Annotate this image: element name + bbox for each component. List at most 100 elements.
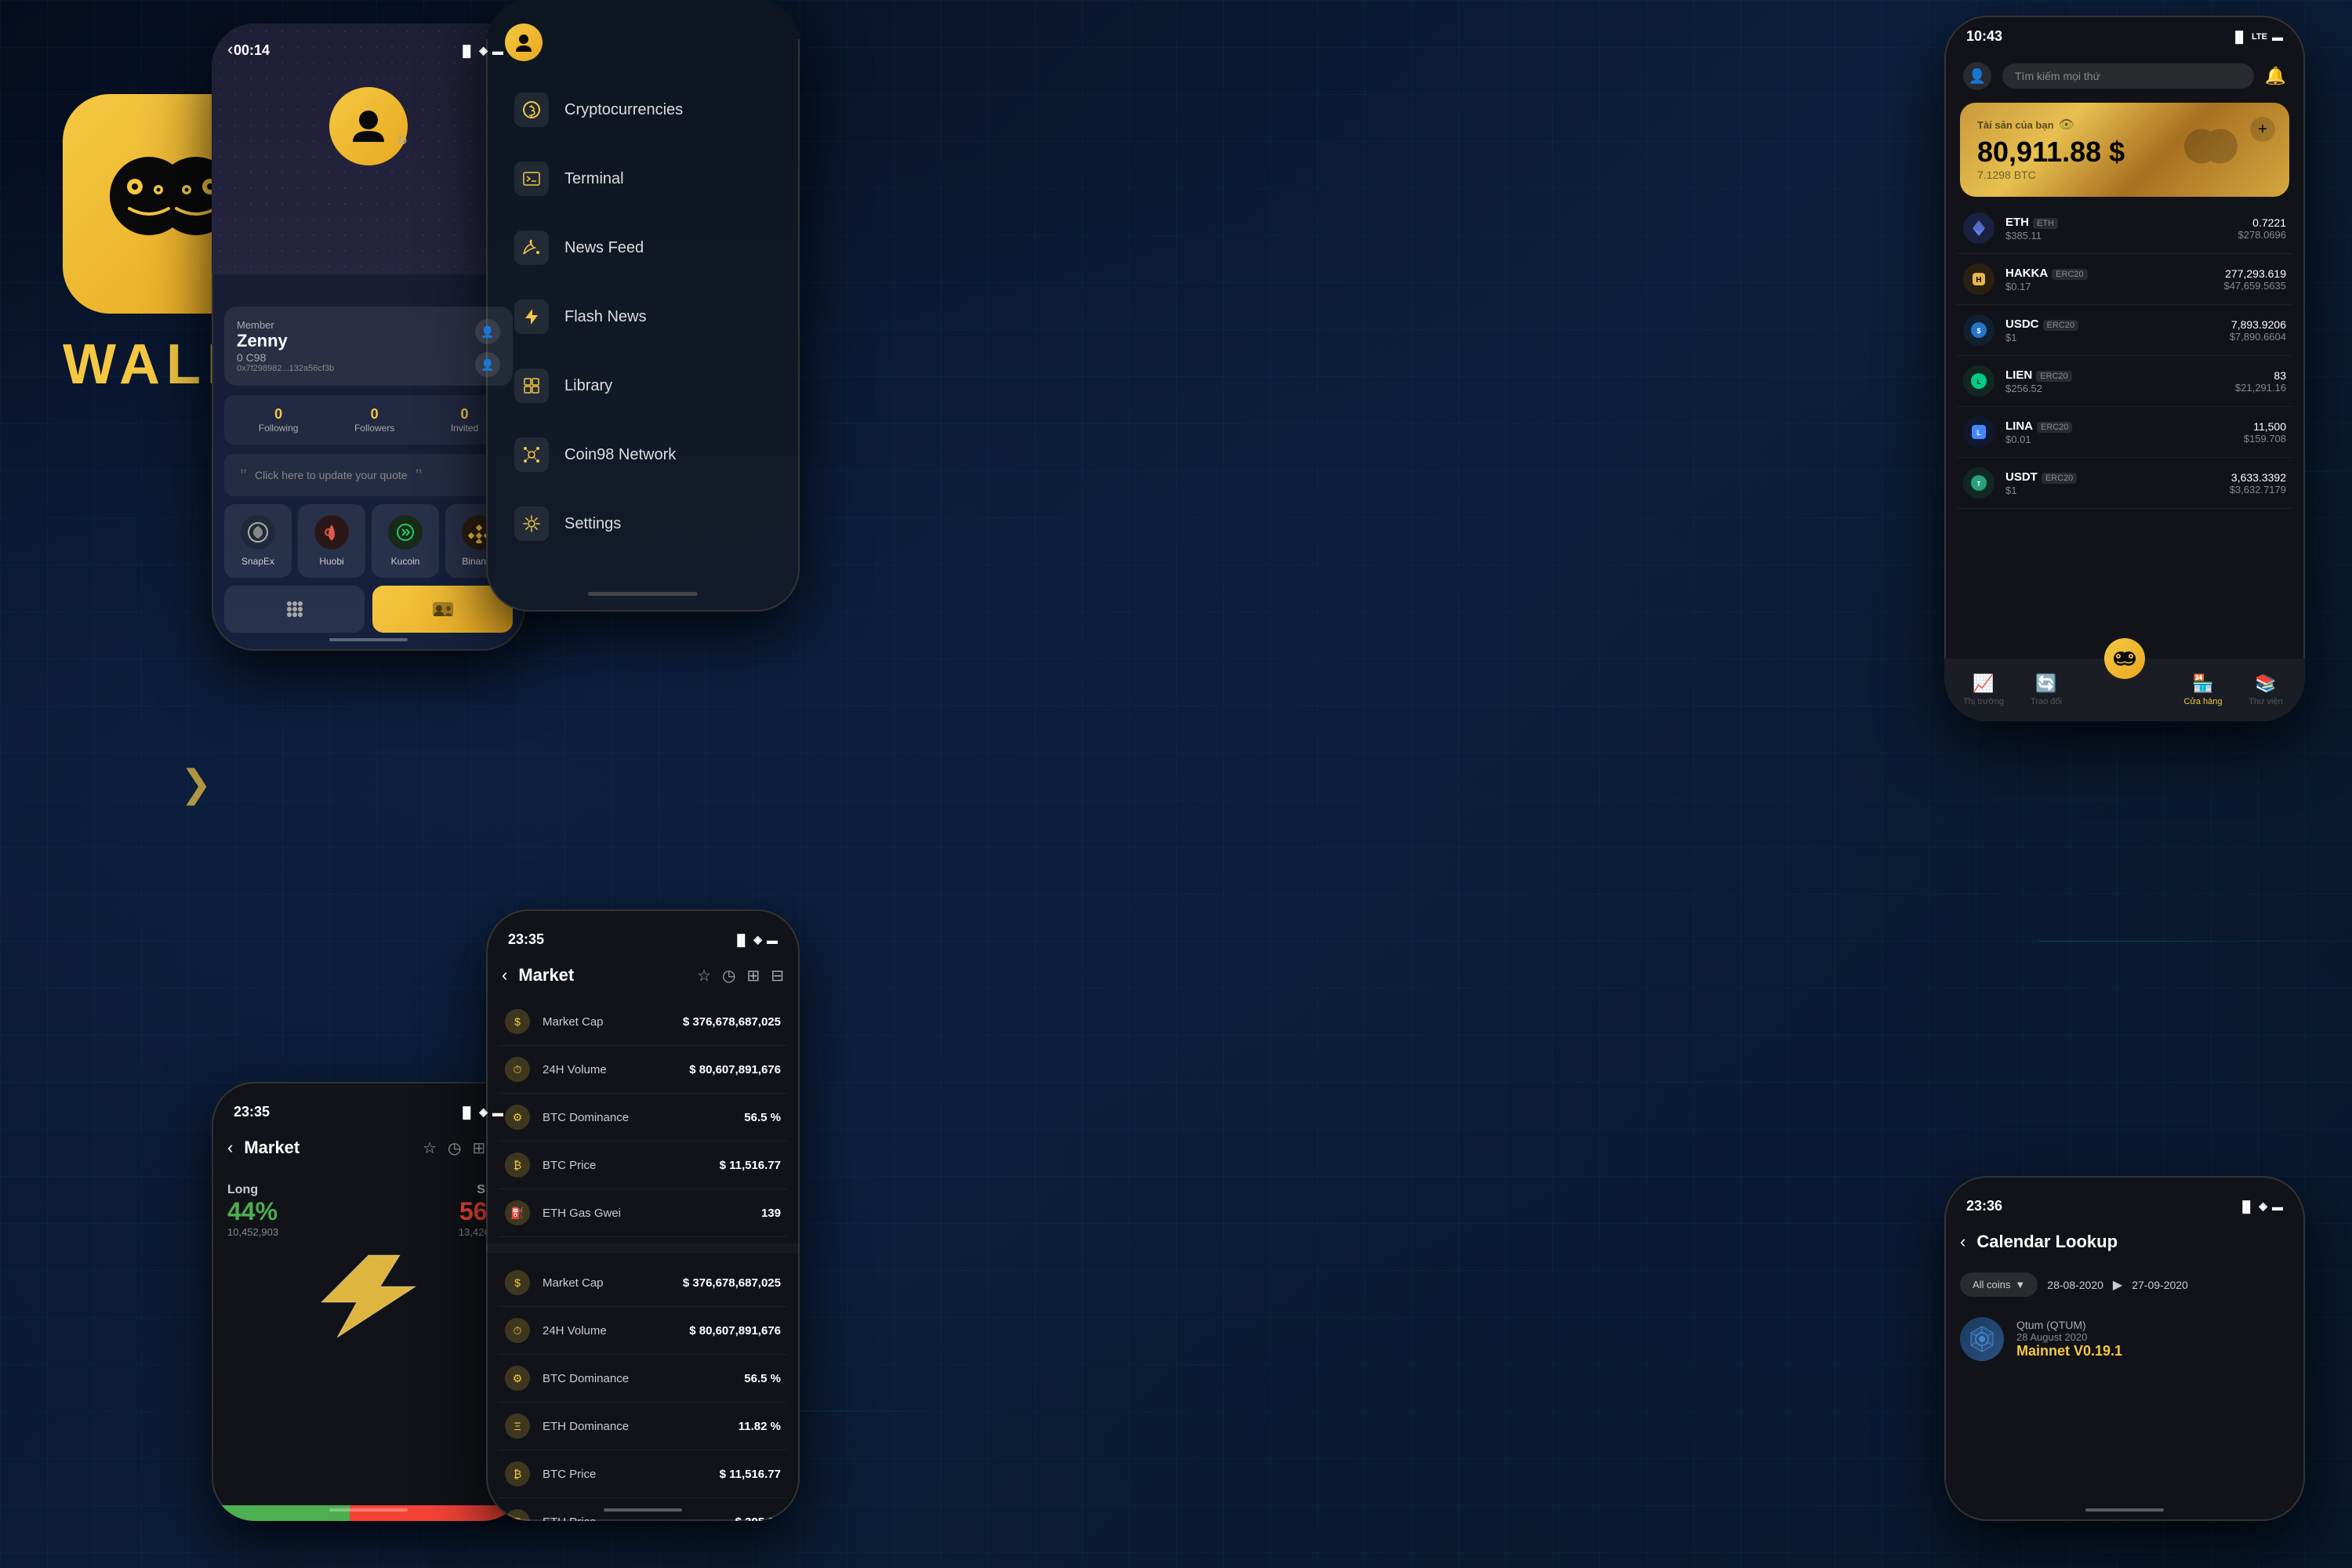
token-row-lien[interactable]: L LIENERC20 $256.52 83 $21,291.16 (1957, 356, 2292, 407)
token-row-usdc[interactable]: $ USDCERC20 $1 7,893.9206 $7,890.6604 (1957, 305, 2292, 356)
signal-6: ▐▌ (2238, 1200, 2254, 1213)
nav-thu-vien[interactable]: 📚 Thư viện (2234, 673, 2297, 706)
token-row-eth[interactable]: ETHETH $385.11 0.7221 $278.0696 (1957, 203, 2292, 254)
coin98-fab[interactable] (2104, 638, 2145, 679)
coin-filter[interactable]: All coins ▼ (1960, 1272, 2038, 1297)
status-bar-4: 23:35 ▐▌ ◈ ▬ (212, 1094, 525, 1125)
home-indicator-2 (588, 592, 698, 596)
back-button-4[interactable]: ‹ (227, 1138, 233, 1158)
menu-item-settings[interactable]: Settings (502, 491, 784, 557)
coin-filter-label: All coins (1973, 1279, 2010, 1290)
eth-price: $385.11 (2005, 230, 2238, 241)
signal-4: ▐▌ (459, 1106, 474, 1119)
lien-icon: L (1963, 365, 1994, 397)
back-button[interactable]: ‹ (227, 39, 233, 60)
btc-dom-label: BTC Dominance (543, 1111, 731, 1124)
profile-avatar (329, 87, 408, 165)
eye-icon[interactable]: 👁 (2059, 117, 2074, 132)
vol2-label: 24H Volume (543, 1324, 677, 1338)
volume-icon: ⏱ (505, 1057, 530, 1082)
refresh-icon[interactable]: ↻ (397, 133, 408, 149)
snapex-icon (241, 515, 275, 550)
menu-item-cryptocurrencies[interactable]: Cryptocurrencies (502, 77, 784, 143)
market-row-b5: ₿ BTC Price $ 11,516.77 (499, 1450, 787, 1498)
svg-text:$: $ (1976, 327, 1980, 335)
status-icons-3: ▐▌ LTE ▬ (2231, 31, 2283, 43)
token-row-usdt[interactable]: T USDTERC20 $1 3,633.3392 $3,632.7179 (1957, 458, 2292, 509)
wallet-search-input[interactable]: Tìm kiếm mọi thứ (2002, 64, 2254, 89)
nav-trao-doi[interactable]: 🔄 Trao đổi (2015, 673, 2078, 706)
token-row-hakka[interactable]: H HAKKAERC20 $0.17 277,293.619 $47,659.5… (1957, 254, 2292, 305)
back-button-5[interactable]: ‹ (502, 965, 507, 985)
settings-label: Settings (564, 515, 621, 533)
ethdom-label: ETH Dominance (543, 1420, 726, 1433)
menu-list: Cryptocurrencies Terminal News Feed (486, 61, 800, 575)
market-nav-label: Thị trường (1952, 697, 2015, 706)
add-wallet-button[interactable]: + (2250, 117, 2275, 142)
news-feed-icon (514, 230, 549, 265)
time-6: 23:36 (1966, 1198, 2002, 1214)
wallet-header: 👤 Tìm kiếm mọi thứ 🔔 (1944, 49, 2305, 96)
market-row-b1: $ Market Cap $ 376,678,687,025 (499, 1259, 787, 1307)
star-icon-5[interactable]: ☆ (697, 966, 711, 985)
tab-contacts[interactable] (372, 586, 513, 633)
menu-item-terminal[interactable]: Terminal (502, 146, 784, 212)
profile-action-icons: 👤 👤 (475, 319, 500, 377)
kucoin-label: Kucoin (378, 556, 433, 567)
home-indicator-5 (604, 1508, 682, 1512)
status-bar-5: 23:35 ▐▌ ◈ ▬ (486, 922, 800, 953)
menu-item-news-feed[interactable]: News Feed (502, 215, 784, 281)
filter-to: 27-09-2020 (2132, 1279, 2188, 1291)
following-count: 0 (259, 406, 299, 423)
btc-price-label: BTC Price (543, 1159, 707, 1172)
share-icon[interactable]: 👤 (475, 352, 500, 377)
quote-right-mark: " (416, 465, 423, 485)
chart-icon-4[interactable]: ⊞ (472, 1138, 485, 1158)
home-indicator-1 (329, 638, 408, 641)
clock-icon-4[interactable]: ◷ (448, 1138, 461, 1158)
coin98-network-icon (514, 437, 549, 472)
notification-icon[interactable]: 🔔 (2265, 66, 2286, 86)
menu-item-coin98-network[interactable]: Coin98 Network (502, 422, 784, 488)
back-button-6[interactable]: ‹ (1960, 1232, 1965, 1252)
longshort-section: Long 44% 10,452,903 Short 56% 13,426,363 (212, 1171, 525, 1362)
market-row-2: ⏱ 24H Volume $ 80,607,891,676 (499, 1046, 787, 1094)
filter-from: 28-08-2020 (2047, 1279, 2103, 1291)
dex-kucoin[interactable]: Kucoin (372, 504, 439, 578)
huobi-label: Huobi (304, 556, 359, 567)
hakka-name: HAKKAERC20 $0.17 (2005, 267, 2223, 292)
event-date: 28 August 2020 (2016, 1331, 2289, 1343)
snapex-label: SnapEx (230, 556, 285, 567)
dex-snapex[interactable]: SnapEx (224, 504, 292, 578)
ls-header-row: Long 44% 10,452,903 Short 56% 13,426,363 (227, 1183, 510, 1238)
cryptocurrencies-icon (514, 93, 549, 127)
clock-icon-5[interactable]: ◷ (722, 966, 735, 985)
hakka-icon: H (1963, 263, 1994, 295)
wallet-user-icon[interactable]: 👤 (1963, 62, 1991, 90)
hakka-amount: 277,293.619 $47,659.5635 (2223, 267, 2286, 292)
svg-text:H: H (1976, 276, 1981, 285)
settings-icon (514, 506, 549, 541)
long-pct: 44% (227, 1197, 278, 1226)
lina-icon: L (1963, 416, 1994, 448)
token-row-lina[interactable]: L LINAERC20 $0.01 11,500 $159.708 (1957, 407, 2292, 458)
filter-icon-5[interactable]: ⊟ (771, 966, 784, 985)
long-num: 10,452,903 (227, 1226, 278, 1238)
quote-box[interactable]: " Click here to update your quote " (224, 454, 513, 496)
usdc-amount: 7,893.9206 $7,890.6604 (2230, 318, 2286, 343)
menu-item-flash-news[interactable]: Flash News (502, 284, 784, 350)
time-5: 23:35 (508, 931, 544, 948)
dex-huobi[interactable]: Huobi (298, 504, 365, 578)
mktcap2-value: $ 376,678,687,025 (683, 1276, 781, 1290)
nav-thi-truong[interactable]: 📈 Thị trường (1952, 673, 2015, 706)
layout-icon-5[interactable]: ⊞ (746, 966, 760, 985)
add-user-icon[interactable]: 👤 (475, 319, 500, 344)
star-icon-4[interactable]: ☆ (423, 1138, 437, 1158)
teal-accent-line-2 (2038, 941, 2352, 942)
gas-value: 139 (761, 1207, 781, 1220)
usdt-icon: T (1963, 467, 1994, 499)
menu-item-library[interactable]: Library (502, 353, 784, 419)
tab-grid[interactable] (224, 586, 365, 633)
nav-cua-hang[interactable]: 🏪 Cửa hàng (2172, 673, 2234, 706)
lien-name: LIENERC20 $256.52 (2005, 368, 2235, 394)
